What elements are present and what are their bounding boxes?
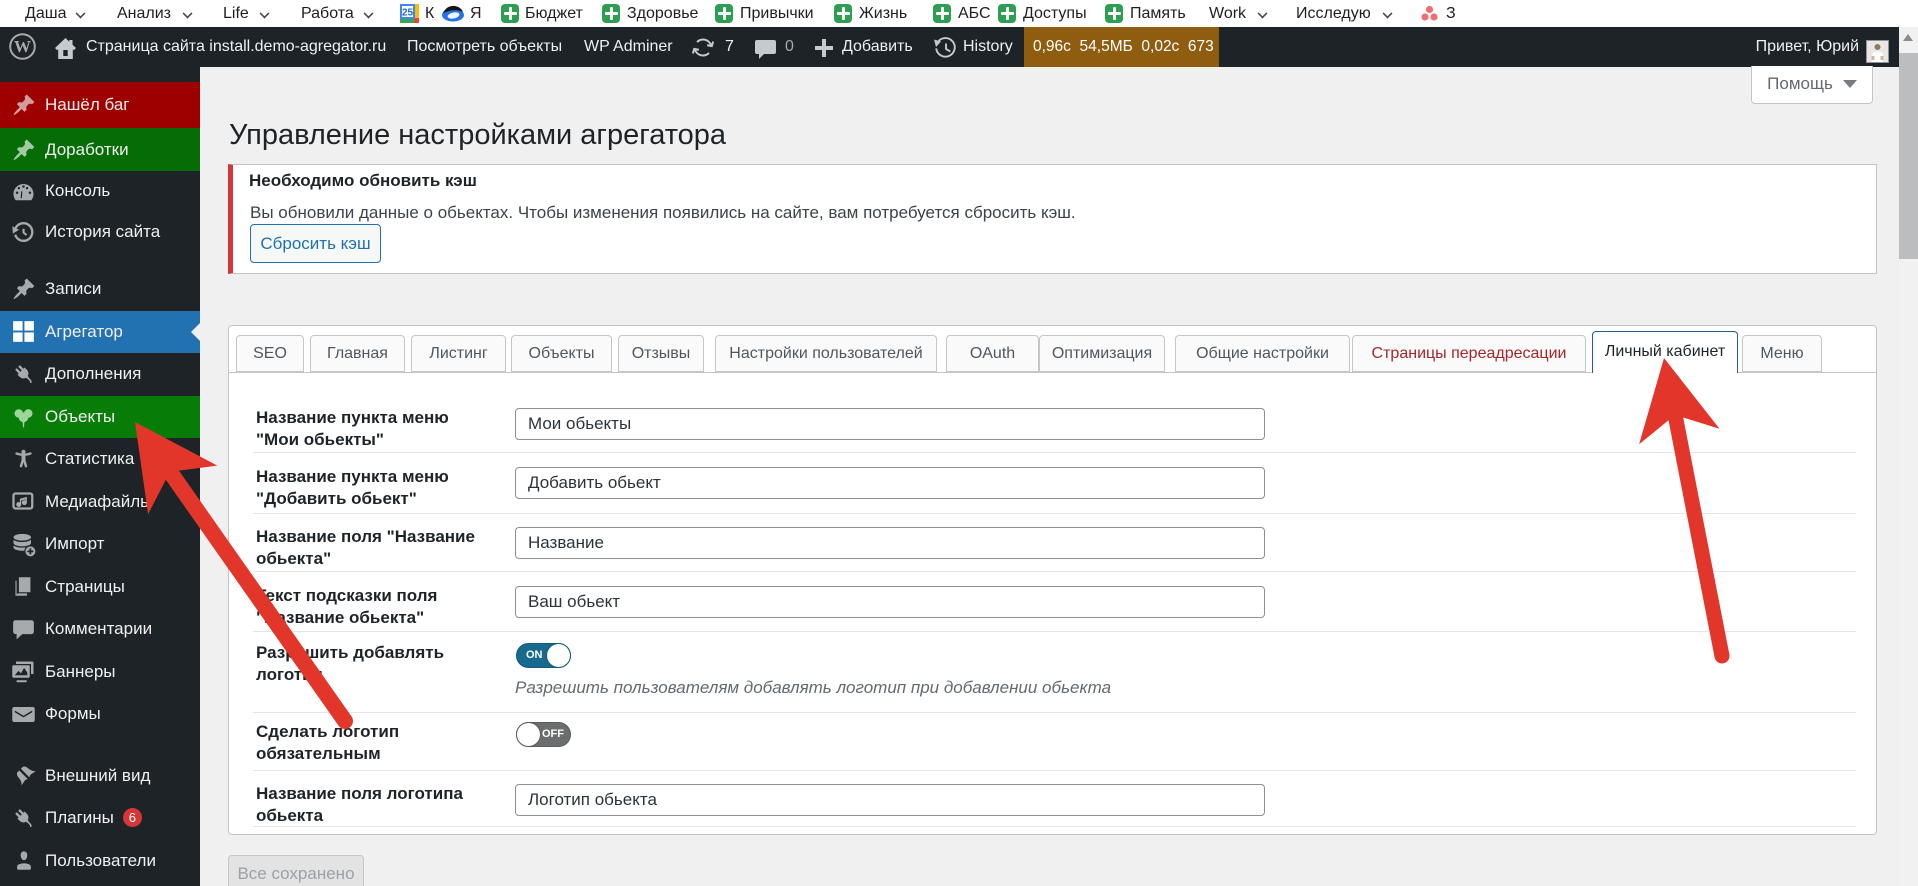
svg-text:W: W (14, 37, 31, 56)
svg-text:25: 25 (402, 8, 414, 19)
